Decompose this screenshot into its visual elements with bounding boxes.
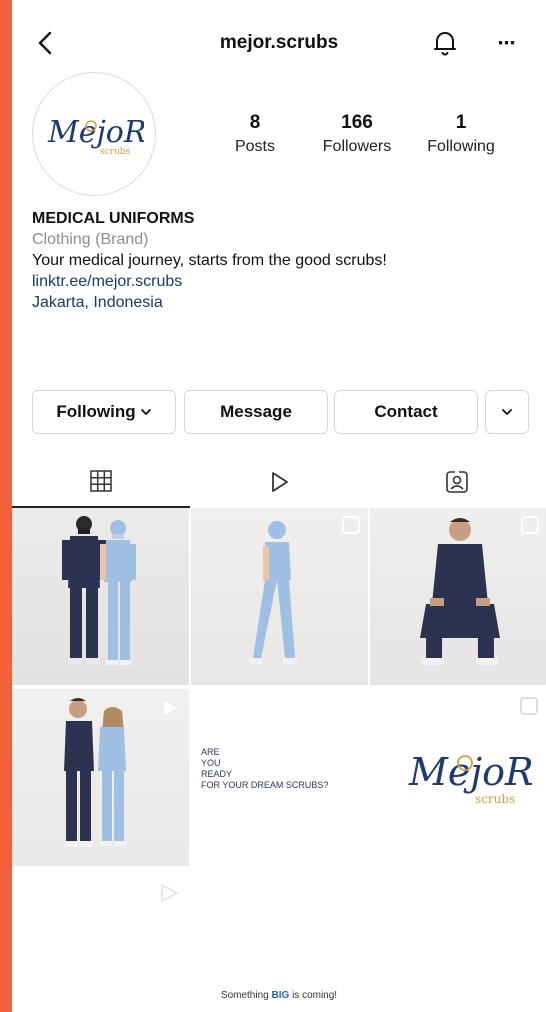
multiple-posts-icon xyxy=(342,516,360,534)
stat-following[interactable]: 1 Following xyxy=(406,112,516,156)
logo-text: MejoR xyxy=(47,115,144,150)
chevron-down-icon xyxy=(140,409,151,416)
promo-line: YOU xyxy=(201,758,221,768)
logo-subtext: scrubs xyxy=(100,147,131,157)
tagged-icon xyxy=(446,471,468,493)
post-thumbnail[interactable] xyxy=(12,689,189,866)
brand-logo: MejoR scrubs xyxy=(47,115,144,157)
profile-stats: 8 Posts 166 Followers 1 Following xyxy=(212,112,532,168)
top-bar: mejor.scrubs ⋯ xyxy=(12,22,546,66)
teaser-highlight: BIG xyxy=(271,990,290,1001)
contact-button[interactable]: Contact xyxy=(334,390,478,434)
teaser-prefix: Something xyxy=(220,990,269,1001)
stat-followers[interactable]: 166 Followers xyxy=(302,112,412,156)
more-options-button[interactable]: ⋯ xyxy=(492,32,522,54)
suggested-accounts-button[interactable] xyxy=(485,390,529,434)
brand-logo: MejoR scrubs xyxy=(408,750,534,806)
post-photo xyxy=(420,518,500,665)
post-thumbnail[interactable]: Something BIG is coming! xyxy=(12,872,546,1012)
posts-count: 8 xyxy=(249,112,261,133)
post-thumbnail[interactable]: ARE YOU READY FOR YOUR DREAM SCRUBS? Mej… xyxy=(191,689,546,870)
following-button[interactable]: Following xyxy=(32,390,176,434)
message-button-label: Message xyxy=(220,402,292,421)
teaser-text: Something BIG is coming! xyxy=(12,990,546,1001)
contact-button-label: Contact xyxy=(374,402,438,421)
chevron-down-icon xyxy=(502,409,512,416)
teaser-suffix: is coming! xyxy=(292,990,338,1001)
grid-icon xyxy=(90,470,112,492)
tab-posts-grid[interactable] xyxy=(12,456,190,508)
reel-play-icon xyxy=(164,701,177,715)
message-button[interactable]: Message xyxy=(184,390,328,434)
notifications-button[interactable] xyxy=(430,28,460,58)
promo-line: READY xyxy=(201,769,233,779)
multiple-posts-icon xyxy=(520,697,538,715)
logo-subtext: scrubs xyxy=(475,792,515,806)
promo-line: ARE xyxy=(201,747,220,757)
tab-reels[interactable] xyxy=(190,456,368,508)
logo-text: MejoR xyxy=(408,750,534,794)
promo-line: FOR YOUR DREAM SCRUBS? xyxy=(201,780,329,790)
following-button-label: Following xyxy=(56,402,136,421)
reel-play-icon xyxy=(161,884,178,902)
profile-location[interactable]: Jakarta, Indonesia xyxy=(32,292,532,313)
post-thumbnail[interactable] xyxy=(12,508,189,685)
followers-count: 166 xyxy=(341,112,373,133)
post-thumbnail[interactable] xyxy=(191,508,368,685)
multiple-posts-icon xyxy=(521,516,539,534)
stat-posts[interactable]: 8 Posts xyxy=(200,112,310,156)
profile-username: mejor.scrubs xyxy=(219,32,339,53)
tab-tagged[interactable] xyxy=(368,456,546,508)
following-count: 1 xyxy=(455,112,467,133)
profile-avatar[interactable]: MejoR scrubs xyxy=(32,72,156,196)
profile-tabs xyxy=(12,456,546,508)
more-dots-icon: ⋯ xyxy=(497,32,517,53)
profile-description: Your medical journey, starts from the go… xyxy=(32,252,387,269)
bell-icon xyxy=(434,32,456,56)
profile-category: Clothing (Brand) xyxy=(32,231,149,248)
profile-bio: MEDICAL UNIFORMS Clothing (Brand) Your m… xyxy=(32,208,532,313)
promo-text: ARE YOU READY FOR YOUR DREAM SCRUBS? xyxy=(201,747,328,791)
posts-label: Posts xyxy=(234,138,275,155)
post-photo xyxy=(62,516,136,665)
reels-icon xyxy=(272,472,288,492)
posts-grid: ARE YOU READY FOR YOUR DREAM SCRUBS? Mej… xyxy=(12,508,546,1012)
profile-link[interactable]: linktr.ee/mejor.scrubs xyxy=(32,271,532,292)
profile-screen: mejor.scrubs ⋯ MejoR scrubs 8 Posts 166 … xyxy=(12,0,546,1012)
post-thumbnail[interactable] xyxy=(370,508,546,685)
profile-name: MEDICAL UNIFORMS xyxy=(32,210,195,227)
followers-label: Followers xyxy=(322,138,392,155)
following-label: Following xyxy=(427,138,495,155)
post-photo xyxy=(249,521,297,664)
